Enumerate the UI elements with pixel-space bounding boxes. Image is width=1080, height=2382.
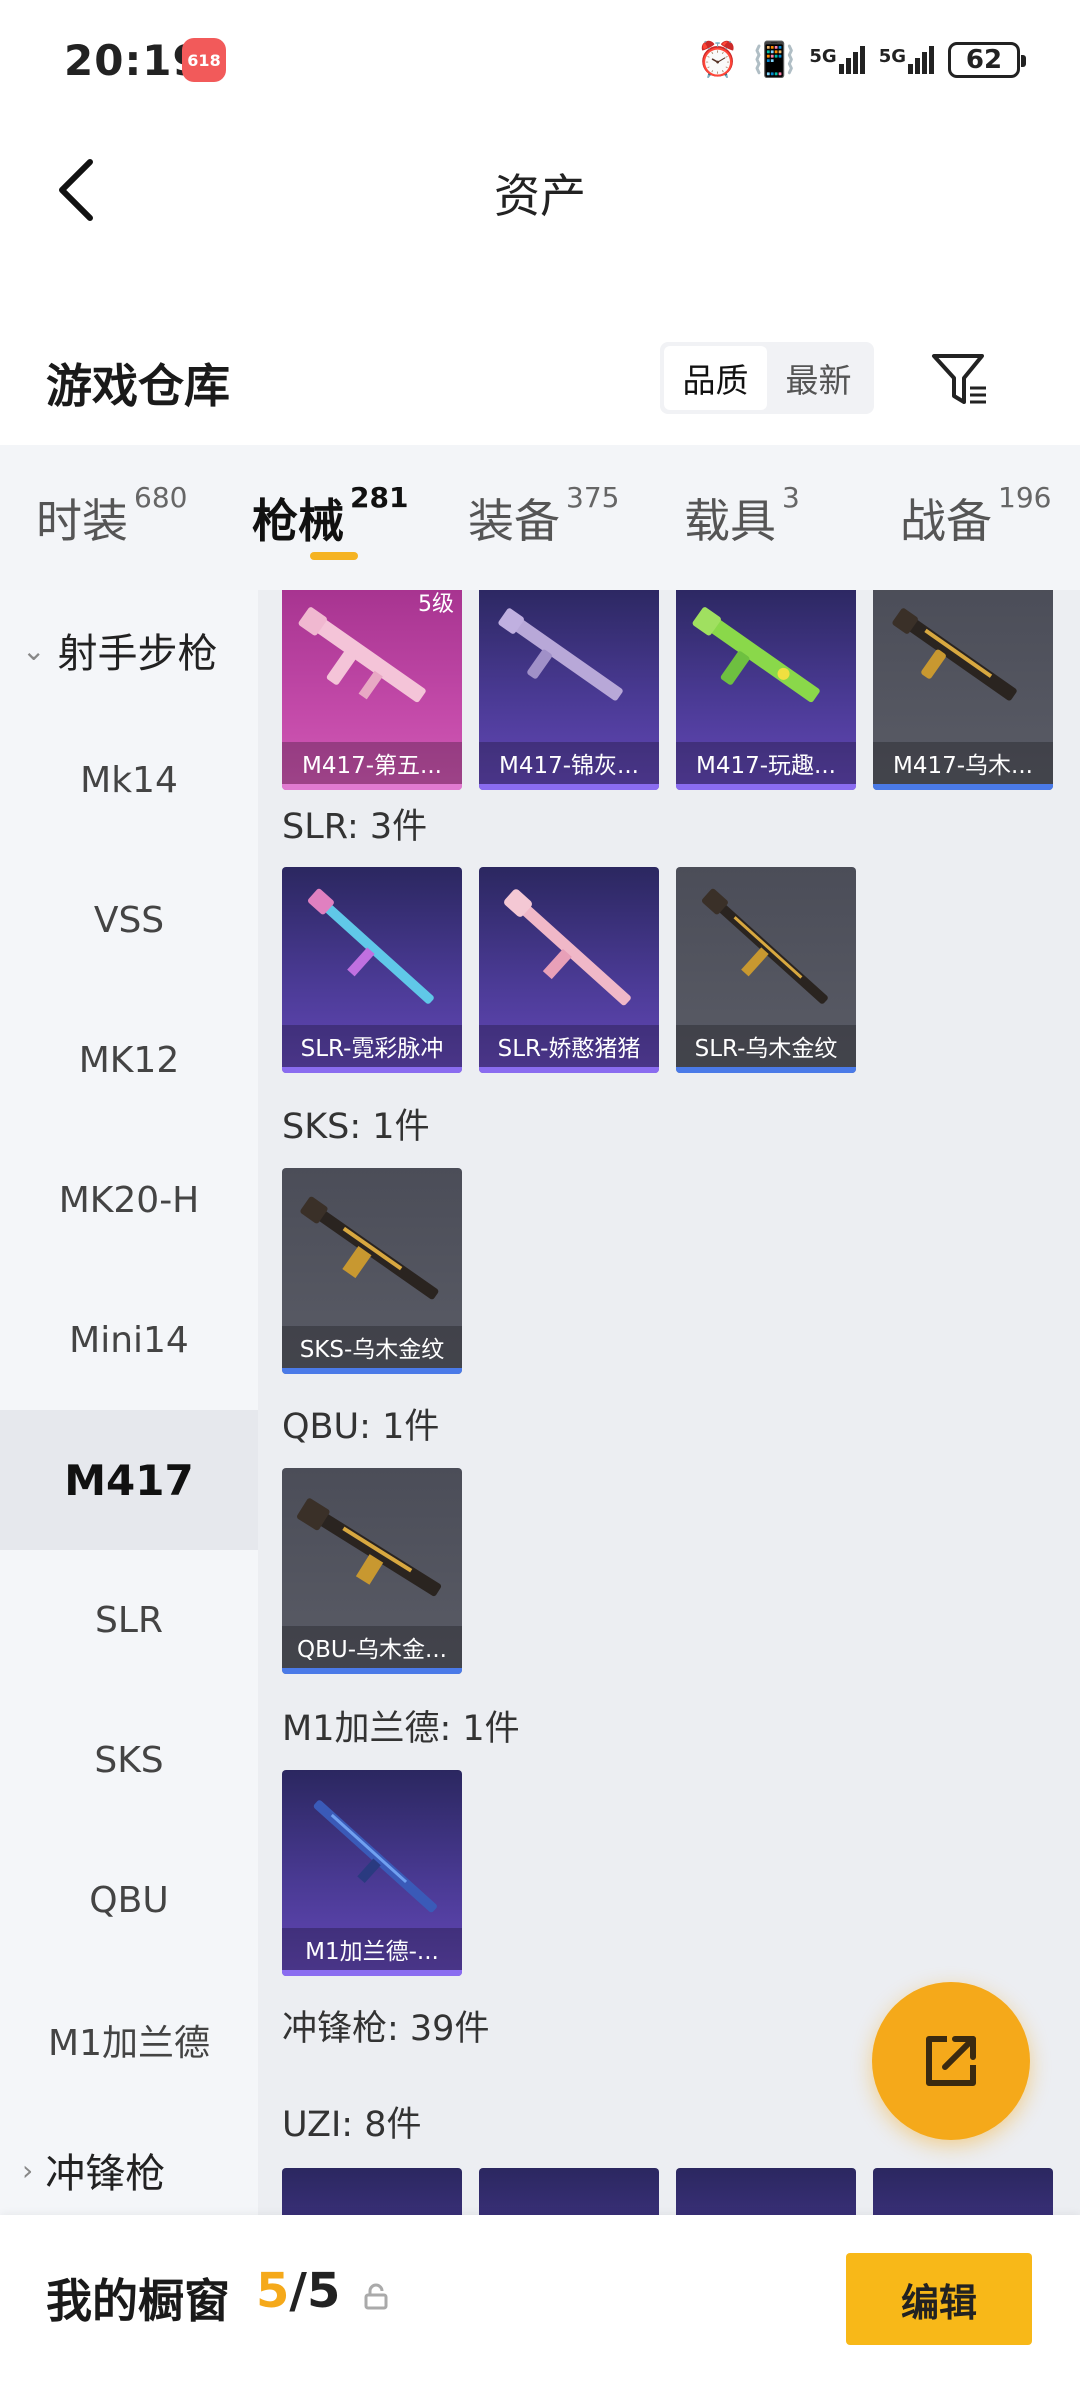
section-label-smg: 冲锋枪: 39件 <box>282 2009 490 2049</box>
share-button[interactable] <box>872 1982 1030 2140</box>
chevron-down-icon: ⌄ <box>22 633 46 667</box>
tab-fashion[interactable]: 时装 680 <box>0 445 216 590</box>
weapon-card[interactable]: SLR-娇憨猪猪 <box>479 867 659 1073</box>
section-label-m1-garand: M1加兰德: 1件 <box>282 1709 520 1749</box>
signal-5g-icon: 5G <box>809 46 865 74</box>
weapon-card[interactable]: SLR-霓彩脉冲 <box>282 867 462 1073</box>
weapon-card[interactable]: SKS-乌木金纹 <box>282 1168 462 1374</box>
sidebar-item-mk20h[interactable]: MK20-H <box>0 1130 258 1270</box>
sidebar-item-vss[interactable]: VSS <box>0 850 258 990</box>
sidebar-group-marksman[interactable]: ⌄ 射手步枪 <box>0 590 258 710</box>
section-label-uzi: UZI: 8件 <box>282 2105 422 2145</box>
tab-equipment[interactable]: 装备 375 <box>432 445 648 590</box>
battery-level: 62 <box>965 45 1003 75</box>
chevron-right-icon: › <box>22 2153 34 2187</box>
item-name: M417-锦灰... <box>479 742 659 784</box>
weapon-card[interactable] <box>676 2168 856 2215</box>
section-label-qbu: QBU: 1件 <box>282 1407 440 1447</box>
nav-bar: 资产 <box>0 130 1080 250</box>
active-tab-indicator <box>310 552 358 560</box>
weapon-card[interactable]: M417-玩趣... <box>676 590 856 790</box>
filter-button[interactable] <box>920 340 1000 420</box>
weapon-card[interactable] <box>479 2168 659 2215</box>
filter-icon <box>932 354 986 404</box>
tab-combat-gear[interactable]: 战备 196 <box>864 445 1080 590</box>
weapon-card[interactable] <box>873 2168 1053 2215</box>
sort-toggle: 品质 最新 <box>660 342 874 414</box>
sidebar-item-mk12[interactable]: MK12 <box>0 990 258 1130</box>
weapon-card[interactable]: QBU-乌木金... <box>282 1468 462 1674</box>
page-title: 资产 <box>494 169 586 223</box>
sidebar-item-mini14[interactable]: Mini14 <box>0 1270 258 1410</box>
sort-option-newest[interactable]: 最新 <box>767 346 870 410</box>
tab-vehicles[interactable]: 载具 3 <box>648 445 864 590</box>
sidebar-group-smg[interactable]: › 冲锋枪 <box>0 2110 258 2215</box>
section-label-sks: SKS: 1件 <box>282 1107 430 1147</box>
lock-icon <box>364 2283 388 2310</box>
sort-option-quality[interactable]: 品质 <box>664 346 767 410</box>
sidebar-item-slr[interactable]: SLR <box>0 1550 258 1690</box>
item-name: SLR-娇憨猪猪 <box>479 1025 659 1067</box>
item-grade: 5级 <box>418 592 454 617</box>
item-name: SLR-霓彩脉冲 <box>282 1025 462 1067</box>
sidebar-item-m417[interactable]: M417 <box>0 1410 258 1550</box>
showcase-bar: 我的橱窗 5/5 编辑 <box>0 2215 1080 2382</box>
status-icons: ⏰ 📳 5G 5G 62 <box>696 40 1026 80</box>
weapon-card[interactable]: M417-乌木... <box>873 590 1053 790</box>
item-name: M1加兰德-... <box>282 1928 462 1970</box>
item-name: M417-玩趣... <box>676 742 856 784</box>
item-name: SLR-乌木金纹 <box>676 1025 856 1067</box>
sidebar-item-m1-garand[interactable]: M1加兰德 <box>0 1970 258 2110</box>
weapon-card[interactable] <box>282 2168 462 2215</box>
sidebar-item-mk14[interactable]: Mk14 <box>0 710 258 850</box>
app-badge-icon: 618 <box>182 38 226 82</box>
weapon-content: 5级 M417-第五... M417-锦灰... M417-玩趣... M417… <box>258 590 1080 2215</box>
weapon-card[interactable]: M1加兰德-... <box>282 1770 462 1976</box>
share-icon <box>926 2036 976 2086</box>
category-tabs: 时装 680 枪械 281 装备 375 载具 3 战备 196 <box>0 445 1080 590</box>
weapon-card[interactable]: M417-锦灰... <box>479 590 659 790</box>
item-name: SKS-乌木金纹 <box>282 1326 462 1368</box>
item-name: M417-乌木... <box>873 742 1053 784</box>
item-name: QBU-乌木金... <box>282 1626 462 1668</box>
warehouse-header: 游戏仓库 品质 最新 <box>0 330 1080 440</box>
section-label-slr: SLR: 3件 <box>282 807 428 847</box>
battery-icon: 62 <box>948 42 1026 78</box>
vibrate-icon: 📳 <box>753 40 796 80</box>
sidebar-item-sks[interactable]: SKS <box>0 1690 258 1830</box>
weapon-card[interactable]: SLR-乌木金纹 <box>676 867 856 1073</box>
showcase-count: 5/5 <box>256 2263 341 2319</box>
sidebar-item-qbu[interactable]: QBU <box>0 1830 258 1970</box>
signal-5g-icon-2: 5G <box>879 46 934 74</box>
showcase-title: 我的橱窗 <box>46 2274 230 2328</box>
item-name: M417-第五... <box>282 742 462 784</box>
weapon-sidebar: ⌄ 射手步枪 Mk14 VSS MK12 MK20-H Mini14 M417 … <box>0 590 258 2215</box>
tab-guns[interactable]: 枪械 281 <box>216 445 432 590</box>
edit-button[interactable]: 编辑 <box>846 2253 1032 2345</box>
alarm-icon: ⏰ <box>696 40 740 80</box>
status-bar: 20:19 618 ⏰ 📳 5G 5G 62 <box>0 0 1080 120</box>
weapon-card[interactable]: 5级 M417-第五... <box>282 590 462 790</box>
warehouse-title: 游戏仓库 <box>46 359 230 413</box>
